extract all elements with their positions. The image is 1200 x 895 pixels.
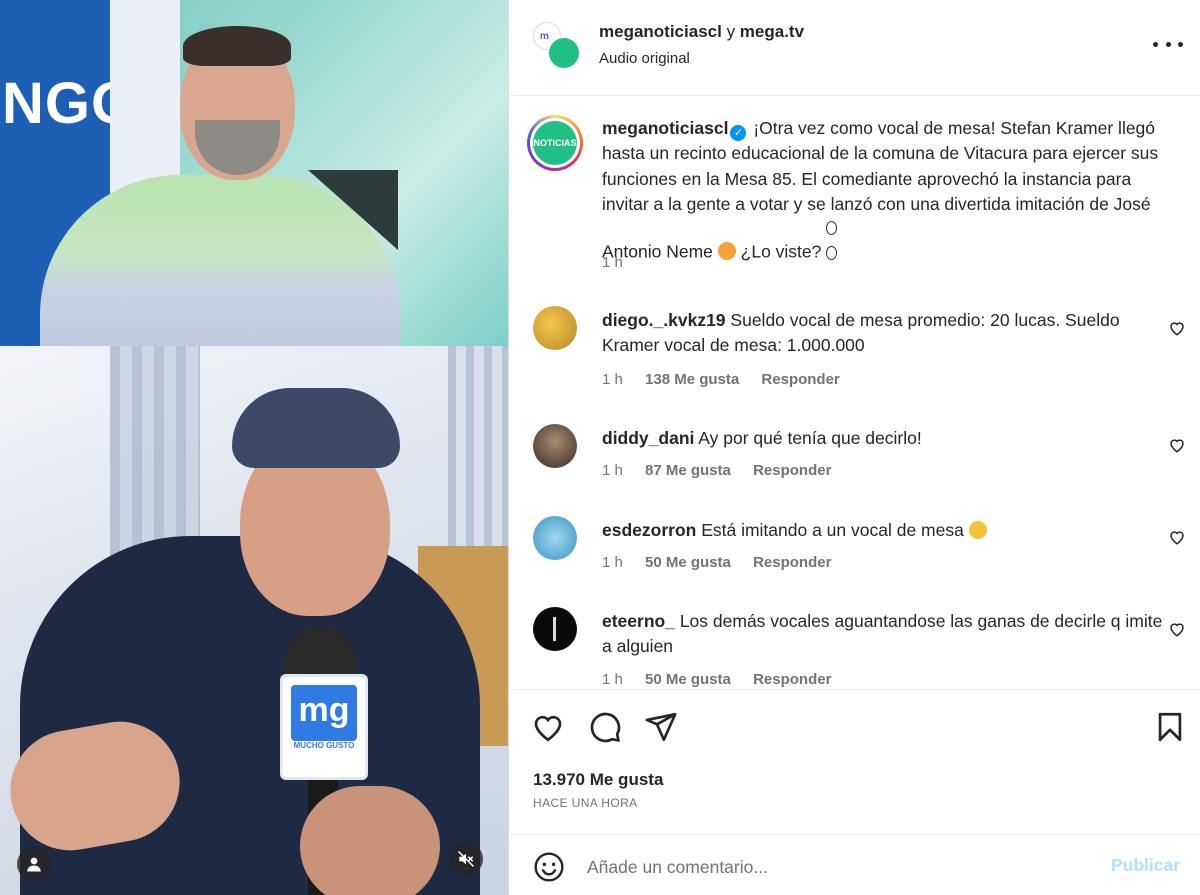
reply-button[interactable]: Responder (753, 462, 831, 479)
comment-text: esdezorron Está imitando a un vocal de m… (602, 518, 1172, 543)
video-top-scene: NGO (0, 0, 508, 346)
comedian-cap (232, 388, 400, 468)
comment-body: Está imitando a un vocal de mesa (701, 520, 964, 540)
audio-link[interactable]: Audio original (599, 50, 690, 67)
comment-body: Los demás vocales aguantandose las ganas… (602, 611, 1163, 657)
avatar-meganoticias-inner (549, 38, 579, 68)
comment-text: eteerno_ Los demás vocales aguantandose … (602, 609, 1172, 660)
comment-username[interactable]: diego._.kvkz19 (602, 310, 726, 330)
comment-like-heart-icon[interactable] (1168, 436, 1186, 454)
comment-likes[interactable]: 138 Me gusta (645, 371, 739, 388)
comment-text: diego._.kvkz19 Sueldo vocal de mesa prom… (602, 308, 1172, 359)
comment-likes[interactable]: 87 Me gusta (645, 462, 731, 479)
mute-toggle-button[interactable] (449, 842, 483, 876)
comment-avatar[interactable] (533, 516, 577, 560)
caption-body: ¡Otra vez como vocal de mesa! Stefan Kra… (602, 118, 1159, 262)
comment-time[interactable]: 1 h (602, 671, 623, 688)
publish-button[interactable]: Publicar (1111, 855, 1180, 876)
reply-button[interactable]: Responder (761, 371, 839, 388)
instagram-post-view: NGO mg MUCHO GUSTO m meganoticiascl y me… (0, 0, 1200, 895)
post-header: m meganoticiascl y mega.tv Audio origina… (509, 0, 1200, 96)
comment-time[interactable]: 1 h (602, 554, 623, 571)
caption-avatar-ring: NOTICIAS (530, 118, 580, 168)
comment-avatar[interactable] (533, 306, 577, 350)
caption-username[interactable]: meganoticiascl (602, 118, 728, 138)
dot (1178, 41, 1183, 47)
bookmark-icon[interactable] (1153, 710, 1187, 744)
send-icon[interactable] (644, 710, 678, 744)
add-comment-bar: Publicar (509, 834, 1200, 895)
comment-meta: 1 h 50 Me gusta Responder (602, 671, 849, 688)
video-bottom-scene: mg MUCHO GUSTO (0, 346, 508, 895)
reply-button[interactable]: Responder (753, 554, 831, 571)
caption-avatar[interactable]: NOTICIAS (527, 115, 583, 171)
comment-meta: 1 h 50 Me gusta Responder (602, 554, 849, 571)
blushing-face-icon (717, 242, 736, 261)
comment-like-heart-icon[interactable] (1168, 620, 1186, 638)
laughing-face-icon (968, 521, 987, 539)
dot (1153, 41, 1158, 47)
header-username-2[interactable]: mega.tv (740, 22, 804, 41)
comment-likes[interactable]: 50 Me gusta (645, 554, 731, 571)
microphone-flag-logo: mg MUCHO GUSTO (280, 674, 368, 780)
comment-body: Ay por qué tenía que decirlo! (698, 428, 922, 448)
tagged-users-button[interactable] (17, 847, 51, 881)
comment-likes[interactable]: 50 Me gusta (645, 671, 731, 688)
caption-avatar-core: NOTICIAS (533, 121, 577, 165)
header-separator: y (726, 22, 736, 41)
verified-badge-icon: ✓ (730, 125, 747, 141)
post-details-panel: m meganoticiascl y mega.tv Audio origina… (508, 0, 1200, 895)
caption-meta: 1 h (602, 254, 641, 271)
comment-like-heart-icon[interactable] (1168, 319, 1186, 337)
mic-logo-subtext: MUCHO GUSTO (293, 741, 355, 750)
interviewer-hand (300, 786, 440, 895)
dot (1165, 41, 1171, 47)
collab-avatars[interactable]: m (533, 22, 581, 70)
more-options-icon[interactable] (1153, 34, 1183, 54)
comment-meta: 1 h 87 Me gusta Responder (602, 462, 849, 479)
host-hair (183, 26, 291, 66)
caption-text: meganoticiascl ✓ ¡Otra vez como vocal de … (602, 116, 1172, 265)
comment-avatar[interactable] (533, 424, 577, 468)
avatar-meganoticias (547, 36, 581, 70)
heart-icon[interactable] (531, 710, 565, 744)
muted-speaker-icon (457, 850, 475, 868)
comment-username[interactable]: eteerno_ (602, 611, 675, 631)
comment-avatar[interactable] (533, 607, 577, 651)
comment-username[interactable]: esdezorron (602, 520, 696, 540)
post-video[interactable]: NGO mg MUCHO GUSTO (0, 0, 508, 895)
caption-question: ¿Lo viste? (740, 241, 822, 262)
comment-icon[interactable] (588, 710, 622, 744)
post-time: HACE UNA HORA (533, 796, 638, 810)
comment-text: diddy_dani Ay por qué tenía que decirlo! (602, 426, 1172, 451)
curtain-right (448, 346, 508, 546)
comment-time[interactable]: 1 h (602, 371, 623, 388)
comments-list[interactable]: NOTICIAS meganoticiascl ✓ ¡Otra vez como … (509, 97, 1200, 689)
comment-time[interactable]: 1 h (602, 462, 623, 479)
caption-time[interactable]: 1 h (602, 254, 623, 271)
header-usernames: meganoticiascl y mega.tv (599, 22, 804, 42)
comment-meta: 1 h 138 Me gusta Responder (602, 371, 858, 388)
avatar-mega-tv-letter: m (540, 31, 549, 42)
user-icon (27, 857, 41, 872)
comment-username[interactable]: diddy_dani (602, 428, 694, 448)
eyes-icon (826, 217, 848, 235)
reply-button[interactable]: Responder (753, 671, 831, 688)
mic-logo-text: mg (291, 685, 357, 741)
likes-count[interactable]: 13.970 Me gusta (533, 770, 663, 790)
header-username-1[interactable]: meganoticiascl (599, 22, 722, 41)
comment-like-heart-icon[interactable] (1168, 528, 1186, 546)
comment-input[interactable] (587, 847, 1087, 887)
smiley-icon[interactable] (533, 851, 565, 883)
post-actions: 13.970 Me gusta HACE UNA HORA Publicar (509, 689, 1200, 895)
